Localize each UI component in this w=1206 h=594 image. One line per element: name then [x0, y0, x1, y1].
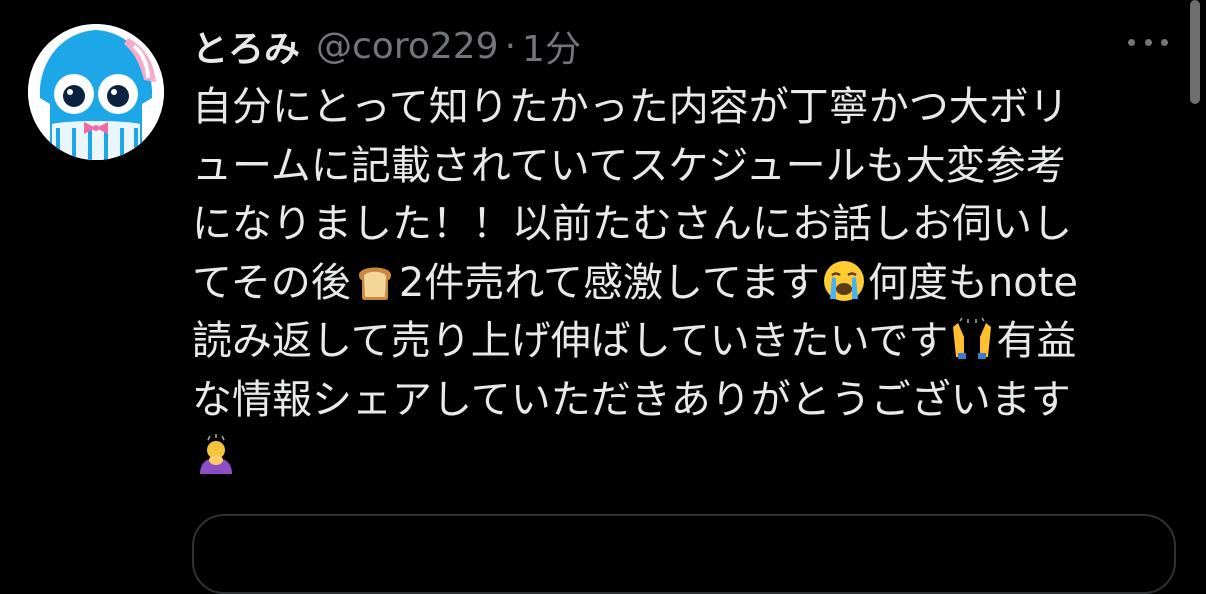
- tweet-text: 自分にとって知りたかった内容が丁寧かつ大ボリ ュームに記載されていてスケジュール…: [192, 78, 1172, 488]
- tweet-text-segment: ュームに記載されていてスケジュールも大変参考: [192, 142, 1066, 189]
- bread-emoji: [358, 267, 391, 300]
- tweet-text-segment: てその後: [192, 259, 351, 306]
- tweet-text-segment: 何度もnote: [867, 259, 1078, 306]
- tweet-text-segment: 自分にとって知りたかった内容が丁寧かつ大ボリ: [192, 84, 1069, 130]
- raised-hands-emoji: [953, 317, 992, 359]
- more-options-button[interactable]: [1128, 30, 1168, 54]
- tweet-text-line: [192, 429, 1172, 488]
- tweet-text-line: になりました！！以前たむさんにお話しお伺いし: [192, 195, 1172, 254]
- tweet-header: とろみ @coro229 · 1分: [192, 16, 581, 76]
- more-options-icon: [1128, 38, 1135, 46]
- tweet-text-line: 自分にとって知りたかった内容が丁寧かつ大ボリ: [192, 78, 1172, 137]
- more-options-icon-dot: [1161, 38, 1168, 46]
- scrollbar[interactable]: [1190, 0, 1200, 104]
- tweet-text-segment: 有益: [996, 318, 1077, 364]
- tweet-text-line: な情報シェアしていただきありがとうございます: [192, 371, 1172, 430]
- user-handle[interactable]: @coro229: [316, 26, 499, 67]
- tweet-text-segment: 読み返して売り上げ伸ばしていきたいです: [192, 318, 949, 364]
- separator-dot: ·: [504, 25, 517, 67]
- bowing-person-emoji: [200, 434, 232, 474]
- tweet-text-line: 読み返して売り上げ伸ばしていきたいです 有益: [192, 312, 1172, 371]
- display-name[interactable]: とろみ: [192, 20, 300, 72]
- crying-face-emoji: [823, 260, 864, 301]
- tweet-text-segment: になりました！！以前たむさんにお話しお伺いし: [192, 201, 1072, 247]
- tweet[interactable]: とろみ @coro229 · 1分 自分にとって知りたかった内容が丁寧かつ大ボリ…: [0, 0, 1206, 594]
- squid-avatar-icon: [28, 24, 164, 160]
- quoted-card[interactable]: [192, 514, 1176, 594]
- avatar[interactable]: [28, 24, 164, 160]
- tweet-text-line: てその後 2件売れて感激してます 何度もnote: [192, 254, 1172, 313]
- timestamp[interactable]: 1分: [522, 20, 581, 72]
- tweet-text-segment: 2件売れて感激してます: [398, 259, 820, 306]
- tweet-text-segment: な情報シェアしていただきありがとうございます: [192, 376, 1071, 423]
- more-options-icon-dot: [1144, 38, 1152, 46]
- tweet-text-line: ュームに記載されていてスケジュールも大変参考: [192, 137, 1172, 196]
